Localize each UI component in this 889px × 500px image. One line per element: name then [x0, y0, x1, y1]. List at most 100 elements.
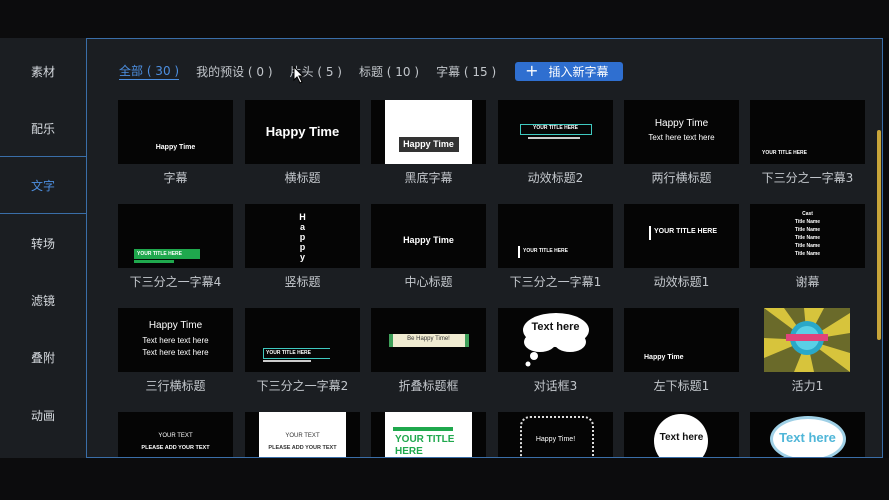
template-tile[interactable]: Happy Time Text here text here Text here… [118, 308, 233, 394]
preview-letter: y [299, 252, 305, 262]
template-preview: H a p p y [245, 204, 360, 268]
template-label: 中心标题 [404, 275, 453, 289]
sidebar-item-overlay[interactable]: 叠附 [0, 329, 86, 385]
template-preview: Cast Title Name Title Name Title Name Ti… [750, 204, 865, 268]
template-tile[interactable]: H a p p y 竖标题 [245, 204, 360, 290]
preview-text: Title Name [794, 227, 821, 233]
template-preview: Text here [750, 412, 865, 457]
template-label: 三行横标题 [145, 379, 206, 393]
template-preview: Happy Time [371, 100, 486, 164]
template-label: 谢幕 [795, 275, 820, 289]
template-tile[interactable]: YOUR TITLE HERE 下三分之一字幕4 [118, 204, 233, 290]
template-tile[interactable]: Text here [624, 412, 739, 457]
sidebar-item-animation[interactable]: 动画 [0, 387, 86, 443]
preview-text: YOUR TITLE HERE [523, 248, 569, 254]
tab-my-presets[interactable]: 我的预设 ( 0 ) [196, 63, 272, 80]
template-preview: Happy Time Text here text here Text here… [118, 308, 233, 372]
credits-text: Cast Title Name Title Name Title Name Ti… [750, 210, 865, 258]
template-label: 下三分之一字幕1 [509, 275, 602, 289]
template-tile[interactable]: YOUR TEXT PLEASE ADD YOUR TEXT [245, 412, 360, 457]
template-preview: YOUR TITLE HERE [245, 308, 360, 372]
template-tile[interactable]: YOUR TITLE HERE 下三分之一字幕2 [245, 308, 360, 394]
text-template-panel: 全部 ( 30 ) 我的预设 ( 0 ) 片头 ( 5 ) 标题 ( 10 ) … [86, 38, 883, 458]
template-label: 动效标题2 [527, 171, 584, 185]
preview-text: YOUR TITLE HERE [762, 150, 808, 156]
top-bar [0, 0, 889, 38]
tab-all[interactable]: 全部 ( 30 ) [119, 62, 180, 80]
sidebar-item-label: 配乐 [30, 121, 55, 136]
template-tile[interactable]: YOUR TEXT PLEASE ADD YOUR TEXT [118, 412, 233, 457]
preview-text: Title Name [794, 251, 821, 257]
preview-text: YOUR TEXT [158, 433, 193, 439]
sidebar-item-filter[interactable]: 滤镜 [0, 272, 86, 328]
template-preview: Happy Time [245, 100, 360, 164]
tab-subtitles[interactable]: 字幕 ( 15 ) [436, 63, 496, 80]
template-label: 动效标题1 [653, 275, 710, 289]
preview-text: YOUR TITLE HERE [137, 251, 183, 257]
template-preview: Happy Time! [498, 412, 613, 457]
template-tile[interactable]: YOUR TITLE HERE 动效标题1 [624, 204, 739, 290]
template-preview: Text here [498, 308, 613, 372]
template-label: 竖标题 [284, 275, 321, 289]
sidebar-item-transition[interactable]: 转场 [0, 215, 86, 271]
template-preview: YOUR TEXT PLEASE ADD YOUR TEXT [245, 412, 360, 457]
preview-text: YOUR TITLE HERE [266, 350, 312, 356]
green-sub-bar [134, 260, 174, 263]
template-preview: YOUR TITLE HERE [750, 100, 865, 164]
template-label: 下三分之一字幕3 [761, 171, 854, 185]
sidebar: 素材 配乐 文字 转场 滤镜 叠附 动画 [0, 38, 86, 458]
sidebar-item-material[interactable]: 素材 [0, 43, 86, 99]
preview-text: Text here [531, 321, 580, 333]
preview-text: Title Name [794, 219, 821, 225]
sidebar-item-music[interactable]: 配乐 [0, 100, 86, 156]
template-tile[interactable]: Text here 对话框3 [498, 308, 613, 394]
template-tile[interactable]: Happy Time 中心标题 [371, 204, 486, 290]
accent-line [649, 226, 651, 240]
preview-letter: p [299, 232, 306, 242]
template-tile[interactable]: Happy Time 黑底字幕 [371, 100, 486, 186]
template-label: 活力1 [791, 379, 824, 393]
template-tile[interactable]: YOUR TITLE HERE [371, 412, 486, 457]
sidebar-item-label: 动画 [30, 408, 55, 423]
insert-new-subtitle-button[interactable]: + 插入新字幕 [515, 61, 623, 81]
preview-letter: H [299, 212, 306, 222]
template-preview: Happy Time [118, 100, 233, 164]
sidebar-item-label: 素材 [30, 64, 55, 79]
template-preview: YOUR TITLE HERE [118, 204, 233, 268]
template-tile[interactable]: 活力1 [750, 308, 865, 394]
vertical-scrollbar[interactable] [877, 130, 881, 340]
template-tile[interactable]: YOUR TITLE HERE 下三分之一字幕1 [498, 204, 613, 290]
preview-text: Text here [779, 430, 836, 445]
template-tile[interactable]: Happy Time 字幕 [118, 100, 233, 186]
template-tile[interactable]: Be Happy Time! 折叠标题框 [371, 308, 486, 394]
template-label: 折叠标题框 [398, 379, 459, 393]
subline [528, 137, 580, 139]
vertical-title: H a p p y [245, 212, 360, 262]
template-tile[interactable]: YOUR TITLE HERE 下三分之一字幕3 [750, 100, 865, 186]
preview-text: Happy Time! [535, 436, 576, 443]
preview-text: Text here text here [142, 336, 209, 345]
template-label: 对话框3 [533, 379, 578, 393]
preview-text: PLEASE ADD YOUR TEXT [268, 445, 337, 451]
preview-text: Happy Time [155, 144, 196, 151]
bottom-bar [0, 458, 889, 500]
template-tile[interactable]: Happy Time 横标题 [245, 100, 360, 186]
speech-bubble-icon [523, 313, 589, 367]
preview-letter: p [299, 242, 306, 252]
sidebar-item-text[interactable]: 文字 [0, 156, 86, 214]
template-label: 字幕 [163, 171, 188, 185]
template-tile[interactable]: Happy Time Text here text here 两行横标题 [624, 100, 739, 186]
template-preview: Happy Time Text here text here [624, 100, 739, 164]
template-preview: YOUR TITLE HERE [498, 204, 613, 268]
template-tile[interactable]: Text here [750, 412, 865, 457]
preview-text: Text here [659, 432, 704, 443]
preview-text: Title Name [794, 235, 821, 241]
template-tile[interactable]: Happy Time 左下标题1 [624, 308, 739, 394]
template-tile[interactable]: Cast Title Name Title Name Title Name Ti… [750, 204, 865, 290]
tab-titles[interactable]: 标题 ( 10 ) [359, 63, 419, 80]
preview-letter: a [299, 222, 305, 232]
category-tabs: 全部 ( 30 ) 我的预设 ( 0 ) 片头 ( 5 ) 标题 ( 10 ) … [119, 61, 623, 81]
template-tile[interactable]: YOUR TITLE HERE 动效标题2 [498, 100, 613, 186]
template-tile[interactable]: Happy Time! [498, 412, 613, 457]
template-preview: Be Happy Time! [371, 308, 486, 372]
